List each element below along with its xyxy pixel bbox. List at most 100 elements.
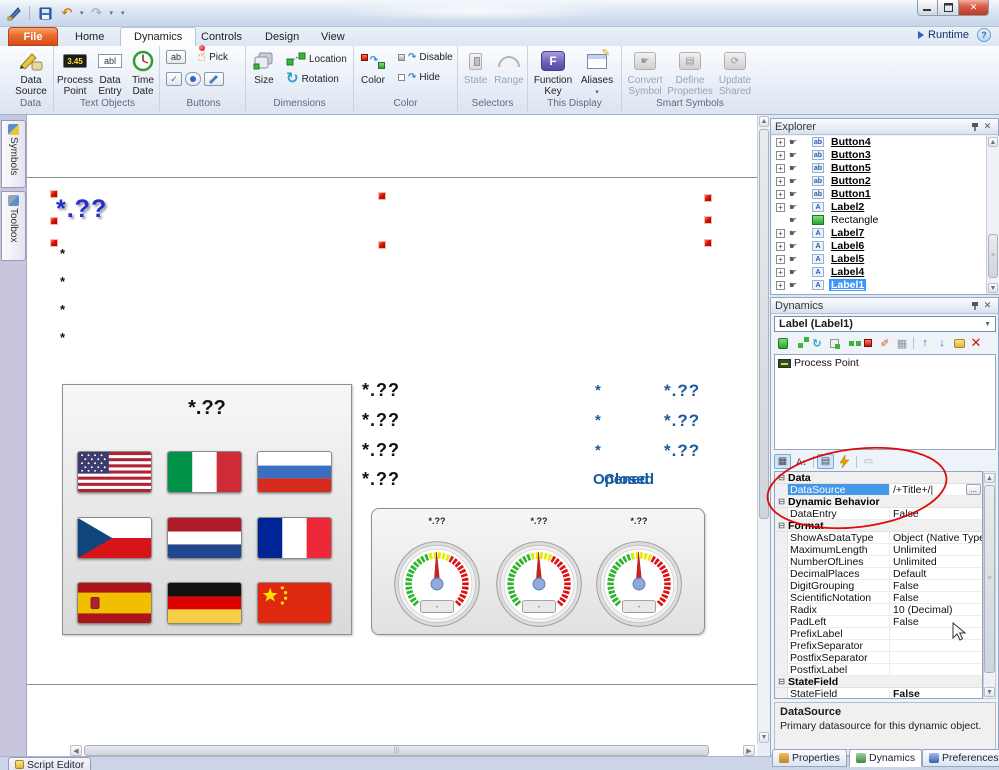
property-row[interactable]: PadLeftFalse bbox=[775, 616, 982, 628]
pick-hand-icon[interactable]: ☝ bbox=[197, 50, 206, 64]
process-point-label[interactable]: *.?? bbox=[362, 380, 400, 401]
tab-preferences[interactable]: Preferences bbox=[922, 749, 999, 767]
symbols-tab[interactable]: Symbols bbox=[1, 120, 26, 188]
asterisk-label[interactable]: * bbox=[60, 274, 65, 289]
scroll-thumb[interactable]: ≡ bbox=[988, 234, 998, 278]
property-pages-icon[interactable]: ▤ bbox=[817, 454, 834, 469]
expand-icon[interactable]: + bbox=[776, 268, 785, 277]
red-square[interactable] bbox=[378, 241, 386, 249]
blue-asterisk-label[interactable]: * bbox=[595, 442, 601, 459]
tree-item[interactable]: + ☛ A Label4 bbox=[772, 266, 986, 279]
minimize-button[interactable] bbox=[917, 0, 938, 16]
property-row[interactable]: DigitGroupingFalse bbox=[775, 580, 982, 592]
expand-icon[interactable]: + bbox=[776, 281, 785, 290]
gauges-panel[interactable]: *.?? - *.?? - *.?? bbox=[371, 508, 705, 635]
keypad-icon[interactable]: ▦ bbox=[895, 336, 909, 350]
maximize-button[interactable] bbox=[938, 0, 959, 16]
gauge[interactable]: - bbox=[493, 538, 585, 630]
scroll-right-icon[interactable]: ▶ bbox=[743, 745, 755, 756]
extra-icon[interactable]: ▭ bbox=[860, 454, 877, 469]
property-row[interactable]: PostfixSeparator bbox=[775, 652, 982, 664]
property-grid-scrollbar[interactable]: ▲ ≡ ▼ bbox=[983, 471, 996, 699]
state-button[interactable]: State bbox=[459, 48, 492, 98]
button-tool[interactable] bbox=[204, 72, 224, 86]
add-dynamic-icon[interactable] bbox=[776, 336, 790, 350]
delete-icon[interactable]: ✕ bbox=[969, 336, 983, 350]
flag-germany[interactable] bbox=[167, 582, 242, 624]
lock-icon[interactable] bbox=[952, 336, 966, 350]
app-icon[interactable] bbox=[5, 4, 23, 22]
big-process-point-label[interactable]: *.?? bbox=[56, 195, 107, 224]
categorized-icon[interactable]: ▦ bbox=[774, 454, 791, 469]
expand-icon[interactable]: + bbox=[776, 255, 785, 264]
property-row[interactable]: PostfixLabel bbox=[775, 664, 982, 676]
tree-item-label[interactable]: Button2 bbox=[829, 175, 873, 187]
asterisk-label[interactable]: * bbox=[60, 330, 65, 345]
tree-item[interactable]: + ☛ A Label2 bbox=[772, 201, 986, 214]
tab-controls[interactable]: Controls bbox=[188, 27, 255, 46]
update-shared-button[interactable]: ⟳ Update Shared bbox=[713, 48, 757, 98]
toolbar-dropdown-icon[interactable]: ▾ bbox=[121, 9, 125, 17]
property-row[interactable]: NumberOfLinesUnlimited bbox=[775, 556, 982, 568]
tree-item[interactable]: + ☛ A Label5 bbox=[772, 253, 986, 266]
tab-properties[interactable]: Properties bbox=[772, 749, 847, 767]
tree-item-label[interactable]: Button3 bbox=[829, 149, 873, 161]
scroll-thumb[interactable] bbox=[759, 129, 769, 519]
tab-dynamics-bottom[interactable]: Dynamics bbox=[849, 749, 922, 767]
gauge[interactable]: - bbox=[593, 538, 685, 630]
property-row[interactable]: PrefixSeparator bbox=[775, 640, 982, 652]
aliases-button[interactable]: Aliases▾ bbox=[576, 48, 618, 98]
expand-icon[interactable]: + bbox=[776, 177, 785, 186]
process-point-label[interactable]: *.?? bbox=[362, 440, 400, 461]
tree-item[interactable]: + ☛ ab Button5 bbox=[772, 162, 986, 175]
flag-china[interactable] bbox=[257, 582, 332, 624]
move-down-icon[interactable]: ↓ bbox=[935, 336, 949, 350]
red-square[interactable] bbox=[704, 194, 712, 202]
tab-design[interactable]: Design bbox=[252, 27, 312, 46]
scroll-up-icon[interactable]: ▲ bbox=[984, 473, 995, 483]
expand-icon[interactable]: + bbox=[776, 203, 785, 212]
closed-label[interactable]: Closed bbox=[604, 471, 654, 488]
blue-asterisk-label[interactable]: * bbox=[595, 382, 601, 399]
red-square[interactable] bbox=[378, 192, 386, 200]
range-button[interactable]: Range bbox=[492, 48, 526, 98]
time-date-button[interactable]: Time Date bbox=[127, 48, 159, 98]
runtime-button[interactable]: Runtime bbox=[918, 29, 969, 41]
save-icon[interactable] bbox=[36, 4, 54, 22]
hide-button[interactable]: ↷ Hide bbox=[398, 72, 440, 83]
gauge-label[interactable]: *.?? bbox=[509, 516, 569, 526]
scroll-left-icon[interactable]: ◀ bbox=[70, 745, 82, 756]
expand-icon[interactable]: + bbox=[776, 151, 785, 160]
property-row[interactable]: DataSource/+Title+/|... bbox=[775, 484, 982, 496]
gauge-label[interactable]: *.?? bbox=[609, 516, 669, 526]
gauge-label[interactable]: *.?? bbox=[407, 516, 467, 526]
tab-dynamics[interactable]: Dynamics bbox=[120, 27, 196, 46]
tree-item[interactable]: + ☛ A Label1 bbox=[772, 279, 986, 292]
pin-icon[interactable] bbox=[968, 121, 981, 133]
tree-item-label[interactable]: Label2 bbox=[829, 201, 866, 213]
process-point-label[interactable]: *.?? bbox=[362, 469, 400, 490]
pin-icon[interactable] bbox=[968, 300, 981, 312]
scroll-thumb[interactable]: ≡ bbox=[984, 485, 995, 673]
tree-item[interactable]: + ☛ ab Button3 bbox=[772, 149, 986, 162]
scroll-thumb[interactable]: ||| bbox=[84, 745, 709, 756]
scroll-up-icon[interactable]: ▲ bbox=[759, 116, 769, 127]
explorer-scrollbar[interactable]: ▲ ≡ ▼ bbox=[986, 136, 999, 294]
checkbox-button[interactable]: ✓ bbox=[166, 72, 182, 86]
location-button[interactable]: Location bbox=[286, 52, 347, 66]
scroll-down-icon[interactable]: ▼ bbox=[988, 283, 998, 293]
tree-item-label[interactable]: Label6 bbox=[829, 240, 866, 252]
property-row[interactable]: PrefixLabel bbox=[775, 628, 982, 640]
expand-icon[interactable]: + bbox=[776, 190, 785, 199]
tab-view[interactable]: View bbox=[308, 27, 358, 46]
dynamics-list-item[interactable]: Process Point bbox=[778, 357, 992, 369]
tree-item-label[interactable]: Button1 bbox=[829, 188, 873, 200]
size-button[interactable]: Size bbox=[248, 48, 280, 98]
rotation-dynamic-icon[interactable]: ↻ bbox=[810, 336, 824, 350]
radio-button[interactable] bbox=[185, 72, 201, 86]
ab-button[interactable]: ab bbox=[166, 50, 186, 64]
expand-icon[interactable]: + bbox=[776, 138, 785, 147]
rotation-button[interactable]: ↻ Rotation bbox=[286, 72, 339, 86]
property-row[interactable]: ShowAsDataTypeObject (Native Type) bbox=[775, 532, 982, 544]
tree-item[interactable]: + ☛ A Label6 bbox=[772, 240, 986, 253]
